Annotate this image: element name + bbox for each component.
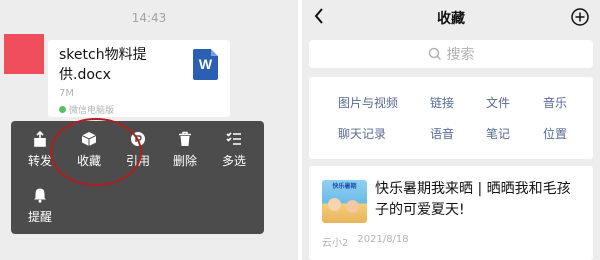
menu-item-delete[interactable]: 删除 (164, 131, 206, 169)
favorites-header: 收藏 (302, 0, 600, 34)
menu-item-label: 删除 (172, 154, 197, 168)
menu-item-multiselect[interactable]: 多选 (213, 131, 255, 169)
category-notes[interactable]: 笔记 (486, 125, 510, 142)
bell-icon (34, 188, 46, 203)
category-location[interactable]: 位置 (543, 125, 567, 142)
page-title: 收藏 (437, 11, 465, 27)
menu-item-quote[interactable]: 引用 (117, 131, 159, 169)
menu-item-label: 转发 (27, 154, 52, 168)
search-placeholder: 搜索 (446, 47, 475, 63)
favorite-cube-icon (81, 132, 97, 146)
menu-item-label: 引用 (125, 154, 150, 168)
file-source-label: 微信电脑版 (69, 106, 115, 116)
menu-item-label: 多选 (221, 154, 246, 168)
word-icon: W (193, 49, 218, 80)
favorites-panel: 收藏 搜索 图片与视频 链接 文件 音乐 聊天记录 语音 笔记 位置 快乐暑期 … (302, 0, 600, 260)
menu-item-remind[interactable]: 提醒 (19, 187, 61, 225)
multiselect-icon (226, 132, 241, 145)
file-source: 微信电脑版 (59, 103, 114, 116)
file-name: sketch物料提供.docx (59, 47, 147, 83)
file-message-bubble[interactable]: sketch物料提供.docx W 7M 微信电脑版 (48, 40, 230, 117)
category-links[interactable]: 链接 (430, 94, 454, 111)
thumbnail-figure (346, 200, 359, 213)
thumbnail-text: 快乐暑期 (332, 183, 357, 190)
category-images-videos[interactable]: 图片与视频 (338, 94, 398, 111)
favorite-item-author: 云小2 (322, 238, 349, 249)
thumbnail-figure (328, 198, 341, 211)
chat-panel: 14:43 sketch物料提供.docx W 7M 微信电脑版 转发 收藏 引… (0, 0, 298, 260)
favorite-item-title: 快乐暑期我来晒 | 晒晒我和毛孩子的可爱夏天! (375, 181, 571, 218)
favorite-item[interactable]: 快乐暑期 快乐暑期我来晒 | 晒晒我和毛孩子的可爱夏天! 云小2 2021/8/… (309, 166, 593, 260)
favorite-item-date: 2021/8/18 (357, 234, 409, 245)
message-timestamp: 14:43 (131, 11, 167, 25)
avatar[interactable] (4, 34, 44, 74)
menu-item-label: 收藏 (76, 154, 101, 168)
trash-icon (179, 131, 191, 146)
menu-item-favorite[interactable]: 收藏 (68, 131, 110, 169)
share-icon (34, 131, 46, 147)
category-music[interactable]: 音乐 (543, 94, 567, 111)
quote-icon (131, 132, 145, 146)
category-grid: 图片与视频 链接 文件 音乐 聊天记录 语音 笔记 位置 (309, 77, 593, 159)
category-chat-history[interactable]: 聊天记录 (338, 125, 386, 142)
search-icon (428, 47, 441, 61)
favorite-item-meta: 云小2 2021/8/18 (322, 234, 409, 249)
article-thumbnail: 快乐暑期 (322, 180, 367, 223)
menu-item-forward[interactable]: 转发 (19, 131, 61, 169)
file-size: 7M (59, 88, 74, 99)
add-icon[interactable] (570, 7, 590, 27)
search-input[interactable]: 搜索 (309, 40, 593, 68)
category-voice[interactable]: 语音 (430, 125, 454, 142)
menu-item-label: 提醒 (27, 210, 52, 224)
wechat-pc-icon (59, 106, 66, 113)
category-files[interactable]: 文件 (486, 94, 510, 111)
message-context-menu: 转发 收藏 引用 删除 多选 提醒 (11, 121, 264, 234)
